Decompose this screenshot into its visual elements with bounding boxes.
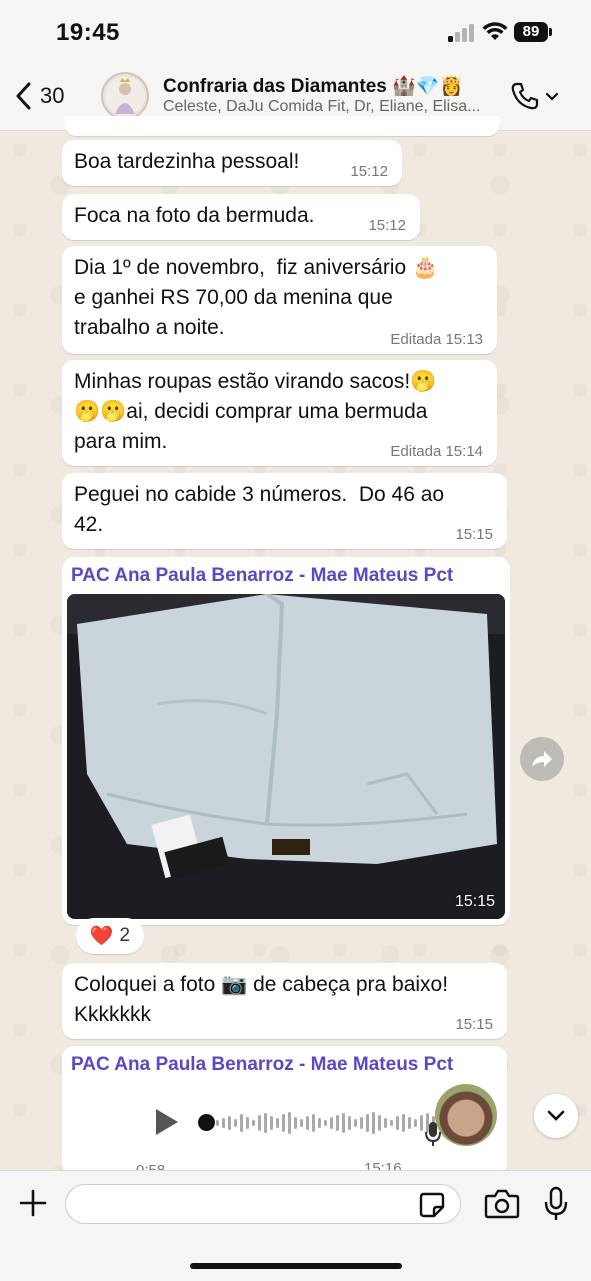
waveform-bar bbox=[258, 1115, 261, 1131]
scroll-down-button[interactable] bbox=[534, 1094, 578, 1138]
back-button[interactable]: 30 bbox=[14, 78, 84, 114]
message-bubble[interactable]: Minhas roupas estão virando sacos!🫢 🫢🫢ai… bbox=[62, 360, 497, 466]
message-time: 15:12 bbox=[350, 163, 388, 180]
sender-name[interactable]: PAC Ana Paula Benarroz - Mae Mateus Pct bbox=[62, 557, 510, 587]
waveform-bar bbox=[378, 1115, 381, 1131]
waveform-bar bbox=[252, 1120, 255, 1126]
waveform-bar bbox=[420, 1115, 423, 1131]
waveform-bar bbox=[354, 1119, 357, 1127]
waveform-bar bbox=[396, 1116, 399, 1130]
status-bar: 19:45 89 bbox=[0, 0, 591, 62]
message-time: 15:12 bbox=[368, 217, 406, 234]
chevron-down-icon bbox=[547, 1110, 565, 1121]
sticker-icon[interactable] bbox=[418, 1191, 446, 1219]
home-indicator[interactable] bbox=[190, 1263, 402, 1269]
message-bubble[interactable]: Foca na foto da bermuda. 15:12 bbox=[62, 194, 420, 240]
group-name[interactable]: Confraria das Diamantes 🏰💎👸 bbox=[163, 74, 463, 98]
mic-icon bbox=[425, 1122, 441, 1146]
phone-icon bbox=[511, 82, 539, 110]
group-members[interactable]: Celeste, DaJu Comida Fit, Dr, Eliane, El… bbox=[163, 98, 503, 116]
message-text: Peguei no cabide 3 números. Do 46 ao 42. bbox=[74, 483, 445, 536]
chevron-down-icon bbox=[545, 92, 559, 101]
waveform-bar bbox=[336, 1115, 339, 1131]
waveform-bar bbox=[228, 1116, 231, 1130]
message-text: Coloquei a foto 📷 de cabeça pra baixo! K… bbox=[74, 973, 449, 1026]
waveform-bar bbox=[360, 1117, 363, 1129]
waveform-bar bbox=[414, 1119, 417, 1127]
waveform-bar bbox=[270, 1116, 273, 1130]
wifi-icon bbox=[482, 22, 508, 40]
reaction-count: 2 bbox=[119, 925, 131, 946]
chevron-left-icon bbox=[16, 82, 31, 110]
avatar-image bbox=[105, 76, 145, 116]
message-text: Dia 1º de novembro, fiz aniversário 🎂 e … bbox=[74, 256, 439, 339]
waveform-bar bbox=[324, 1120, 327, 1126]
waveform-bar bbox=[366, 1114, 369, 1132]
waveform-bar bbox=[348, 1116, 351, 1130]
battery-indicator: 89 bbox=[514, 22, 552, 42]
reaction-badge[interactable]: ❤️ 2 bbox=[76, 918, 144, 954]
message-bubble[interactable]: Peguei no cabide 3 números. Do 46 ao 42.… bbox=[62, 473, 507, 549]
cellular-signal-icon bbox=[448, 24, 474, 42]
message-bubble[interactable]: Coloquei a foto 📷 de cabeça pra baixo! K… bbox=[62, 963, 507, 1039]
unread-count: 30 bbox=[40, 83, 65, 108]
plus-icon[interactable] bbox=[18, 1188, 48, 1218]
waveform-bar bbox=[222, 1118, 225, 1128]
message-bubble[interactable]: Dia 1º de novembro, fiz aniversário 🎂 e … bbox=[62, 246, 497, 354]
message-input[interactable] bbox=[65, 1184, 461, 1224]
mic-icon[interactable] bbox=[544, 1186, 568, 1222]
image-message-bubble[interactable]: PAC Ana Paula Benarroz - Mae Mateus Pct … bbox=[62, 557, 510, 925]
status-time: 19:45 bbox=[56, 19, 120, 46]
message-text: Foca na foto da bermuda. bbox=[74, 204, 315, 227]
photo-time: 15:15 bbox=[454, 893, 495, 910]
waveform-bar bbox=[372, 1112, 375, 1134]
waveform-bar bbox=[246, 1117, 249, 1129]
waveform-bar bbox=[240, 1114, 243, 1132]
waveform-bar bbox=[300, 1119, 303, 1127]
shorts-photo[interactable]: 15:15 bbox=[67, 594, 505, 919]
waveform-bar bbox=[402, 1114, 405, 1132]
waveform-bar bbox=[318, 1118, 321, 1128]
waveform-bar bbox=[408, 1117, 411, 1129]
camera-icon[interactable] bbox=[484, 1188, 520, 1220]
message-bubble[interactable]: Boa tardezinha pessoal! 15:12 bbox=[62, 140, 402, 186]
play-icon[interactable] bbox=[152, 1106, 182, 1138]
message-time: 15:15 bbox=[455, 1016, 493, 1033]
forward-button[interactable] bbox=[520, 737, 564, 781]
waveform-bar bbox=[282, 1114, 285, 1132]
waveform-bar bbox=[306, 1116, 309, 1130]
waveform-bar bbox=[234, 1119, 237, 1127]
waveform-bar bbox=[390, 1120, 393, 1126]
forward-icon bbox=[532, 751, 552, 767]
waveform-bar bbox=[312, 1114, 315, 1132]
waveform-bar bbox=[216, 1120, 219, 1126]
waveform-bar bbox=[264, 1113, 267, 1133]
message-bubble-partial bbox=[64, 116, 500, 136]
sender-avatar[interactable] bbox=[435, 1084, 497, 1146]
sender-name[interactable]: PAC Ana Paula Benarroz - Mae Mateus Pct bbox=[62, 1046, 507, 1076]
call-button[interactable] bbox=[510, 78, 562, 114]
waveform-bar bbox=[288, 1112, 291, 1134]
message-time: Editada 15:14 bbox=[390, 443, 483, 460]
waveform-bar bbox=[294, 1117, 297, 1129]
input-bar bbox=[0, 1170, 591, 1281]
waveform-bar bbox=[342, 1113, 345, 1133]
photo-image bbox=[67, 594, 505, 919]
audio-player bbox=[62, 1086, 459, 1166]
message-time: Editada 15:13 bbox=[390, 331, 483, 348]
waveform-bar bbox=[276, 1118, 279, 1128]
group-avatar[interactable] bbox=[101, 72, 149, 120]
waveform-bar bbox=[330, 1117, 333, 1129]
waveform-bar bbox=[384, 1118, 387, 1128]
heart-reaction-icon: ❤️ bbox=[89, 926, 114, 947]
message-time: 15:15 bbox=[455, 526, 493, 543]
playback-position-dot[interactable] bbox=[198, 1114, 215, 1131]
